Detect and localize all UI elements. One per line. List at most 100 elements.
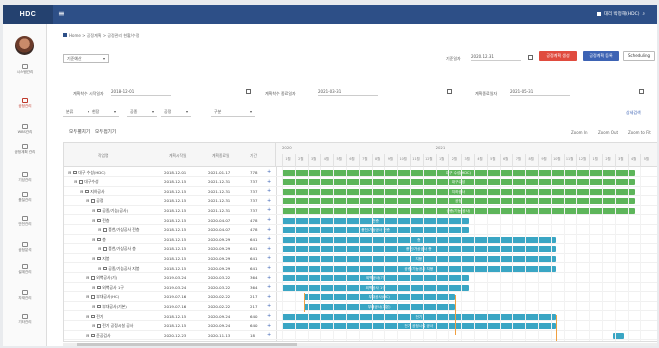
avatar[interactable]: [15, 36, 34, 55]
task-start-cell[interactable]: 2019.07.16: [164, 304, 186, 309]
task-end-cell[interactable]: 2020.04.07: [208, 227, 230, 232]
table-row[interactable]: ⊟ 층 2018.12.15 2020.09.29 641 + 층: [64, 235, 657, 245]
task-end-cell[interactable]: 2021.12.31: [208, 179, 230, 184]
gantt-bar[interactable]: 풍천/가상공사 층: [282, 246, 556, 253]
task-dur-cell[interactable]: 364: [250, 285, 257, 290]
task-end-cell[interactable]: 2021.12.31: [208, 208, 230, 213]
add-task-icon[interactable]: +: [267, 255, 271, 261]
task-name-cell[interactable]: ⊟ 풍천/가상공사 전층: [98, 227, 139, 233]
task-dur-cell[interactable]: 737: [250, 198, 257, 203]
add-task-icon[interactable]: +: [267, 323, 271, 329]
add-task-icon[interactable]: +: [267, 246, 271, 252]
task-start-cell[interactable]: 2018.12.01: [164, 170, 186, 175]
task-name-cell[interactable]: ⊟ 대구 수성(HDC): [68, 170, 106, 176]
task-dur-cell[interactable]: 478: [250, 227, 257, 232]
task-name-cell[interactable]: ⊟ 외벽공사(기): [86, 275, 117, 281]
task-end-cell[interactable]: 2020.11.13: [208, 333, 230, 338]
task-name-cell[interactable]: ⊟ 공종/기능공사 지붕: [98, 266, 139, 272]
table-row[interactable]: ⊟ 부대공사(기본) 2019.07.16 2020.02.22 217 + 부대공사(기본…: [64, 302, 657, 312]
task-dur-cell[interactable]: 18: [250, 333, 255, 338]
home-icon[interactable]: [63, 33, 67, 37]
task-end-cell[interactable]: 2020.02.22: [208, 294, 230, 299]
task-dur-cell[interactable]: 364: [250, 275, 257, 280]
add-task-icon[interactable]: +: [267, 265, 271, 271]
task-name-cell[interactable]: ⊟ 지하공사: [80, 189, 105, 195]
task-name-cell[interactable]: ⊟ 준공검사: [86, 333, 111, 339]
add-task-icon[interactable]: +: [267, 303, 271, 309]
filter-select-1[interactable]: 현장 ▾: [89, 108, 119, 117]
collapse-icon[interactable]: ⊟: [86, 198, 89, 203]
task-start-cell[interactable]: 2019.03.24: [164, 275, 186, 280]
task-dur-cell[interactable]: 737: [250, 189, 257, 194]
version-date-field[interactable]: 2020.12.31: [471, 52, 521, 61]
table-row[interactable]: ⊟ 부대공사(HC) 2019.07.16 2020.02.22 217 + 부대공사(HC…: [64, 293, 657, 302]
add-task-icon[interactable]: +: [267, 169, 271, 175]
filter-select-2[interactable]: 공종 ▾: [127, 108, 157, 117]
collapse-icon[interactable]: ⊟: [86, 314, 89, 319]
table-row[interactable]: ⊟ 공종/기능(공사) 2018.12.15 2021.12.31 737 + 공종/기능(…: [64, 206, 657, 216]
search-icon[interactable]: ⌕: [642, 11, 645, 17]
publish-button[interactable]: 공정계획 생성: [539, 51, 577, 61]
task-name-cell[interactable]: ⊟ 부대공사(HC): [86, 294, 119, 300]
task-dur-cell[interactable]: 478: [250, 218, 257, 223]
task-start-cell[interactable]: 2018.12.15: [164, 246, 186, 251]
collapse-icon[interactable]: ⊟: [92, 237, 95, 242]
detail-search-link[interactable]: 상세검색: [626, 110, 641, 116]
add-task-icon[interactable]: +: [267, 198, 271, 204]
gantt-bar[interactable]: 대구 수성(HDC): [282, 169, 635, 176]
sidebar-item-5[interactable]: 품질관리: [3, 192, 47, 203]
task-start-cell[interactable]: 2018.12.15: [164, 189, 186, 194]
add-task-icon[interactable]: +: [267, 217, 271, 223]
table-row[interactable]: ⊟ 지하공사 2018.12.15 2021.12.31 737 + 지하공사: [64, 187, 657, 197]
collapse-icon[interactable]: ⊟: [86, 275, 89, 280]
zoom-in-button[interactable]: Zoom In: [571, 130, 588, 135]
task-dur-cell[interactable]: 217: [250, 294, 257, 299]
add-task-icon[interactable]: +: [267, 284, 271, 290]
task-start-cell[interactable]: 2018.12.15: [164, 323, 186, 328]
task-dur-cell[interactable]: 640: [250, 323, 257, 328]
gantt-bar[interactable]: 전기 공정시설 공사: [282, 323, 556, 330]
task-dur-cell[interactable]: 641: [250, 256, 257, 261]
calendar-icon[interactable]: [447, 89, 452, 94]
task-end-cell[interactable]: 2020.03.22: [208, 285, 230, 290]
task-end-cell[interactable]: 2020.09.24: [208, 314, 230, 319]
sidebar-item-0[interactable]: 시스템관리: [3, 64, 47, 75]
task-dur-cell[interactable]: 641: [250, 237, 257, 242]
collapse-icon[interactable]: ⊟: [92, 323, 95, 328]
add-task-icon[interactable]: +: [267, 207, 271, 213]
collapse-icon[interactable]: ⊟: [86, 294, 89, 299]
scheduling-button[interactable]: Scheduling: [623, 51, 655, 61]
table-row[interactable]: ⊟ 대구 수성(HDC) 2018.12.01 2021.01.17 778 + 대구 수성…: [64, 168, 657, 177]
collapse-icon[interactable]: ⊟: [80, 189, 83, 194]
task-dur-cell[interactable]: 737: [250, 208, 257, 213]
collapse-icon[interactable]: ⊟: [92, 208, 95, 213]
table-row[interactable]: ⊟ 준공검사 2020.12.23 2020.11.13 18 +: [64, 331, 657, 341]
task-dur-cell[interactable]: 641: [250, 246, 257, 251]
sidebar-item-4[interactable]: 기성관리: [3, 172, 47, 183]
calendar-icon[interactable]: [639, 89, 644, 94]
task-name-cell[interactable]: ⊟ 공정: [86, 198, 103, 204]
task-end-cell[interactable]: 2020.03.22: [208, 275, 230, 280]
collapse-icon[interactable]: ⊟: [86, 333, 89, 338]
gantt-bar[interactable]: 층: [282, 236, 556, 243]
baseline-button[interactable]: 공정계획 등록: [583, 51, 619, 61]
task-end-cell[interactable]: 2021.01.17: [208, 170, 230, 175]
task-start-cell[interactable]: 2018.12.15: [164, 314, 186, 319]
task-start-cell[interactable]: 2019.03.24: [164, 285, 186, 290]
task-start-cell[interactable]: 2018.12.15: [164, 227, 186, 232]
task-name-cell[interactable]: ⊟ 부대공사(기본): [92, 304, 127, 310]
table-row[interactable]: ⊟ 전기 공정시설 공사 2018.12.15 2020.09.24 640 + 전기 공정…: [64, 322, 657, 331]
sidebar-item-3[interactable]: 공정계획 관리: [3, 144, 47, 155]
table-row[interactable]: ⊟ 풍천/가상공사 전층 2018.12.15 2020.04.07 478 + 풍천/가상…: [64, 226, 657, 235]
gantt-bar[interactable]: 풍천/가상공사 전층: [282, 227, 470, 234]
task-end-cell[interactable]: 2020.09.29: [208, 266, 230, 271]
task-start-cell[interactable]: 2018.12.15: [164, 208, 186, 213]
gantt-bar[interactable]: 대구수성: [282, 179, 635, 186]
collapse-icon[interactable]: ⊟: [98, 266, 101, 271]
filter-select-4[interactable]: 구분 ▾: [211, 108, 255, 117]
task-start-cell[interactable]: 2020.12.23: [164, 333, 186, 338]
table-row[interactable]: ⊟ 전층 2018.12.15 2020.04.07 478 + 전층: [64, 216, 657, 225]
task-name-cell[interactable]: ⊟ 대구수성: [74, 179, 99, 185]
table-row[interactable]: ⊟ 풍천/가상공사 층 2018.12.15 2020.09.29 641 + 풍천/가상공…: [64, 245, 657, 254]
sidebar-item-6[interactable]: 안전관리: [3, 216, 47, 227]
